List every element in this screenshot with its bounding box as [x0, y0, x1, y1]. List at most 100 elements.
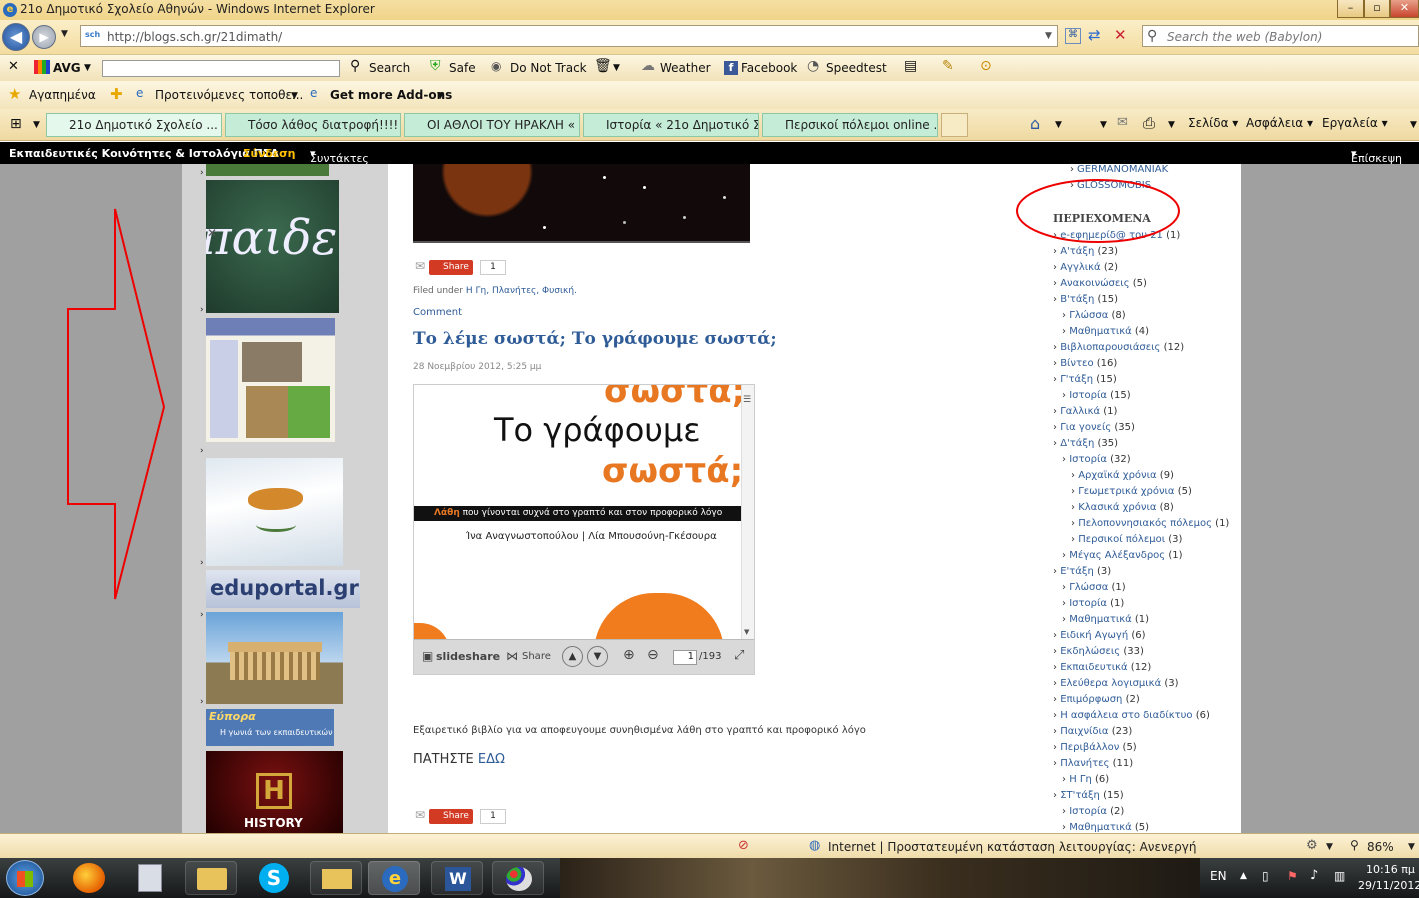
addons-chevron-icon[interactable]: ▼	[437, 91, 444, 101]
category-link[interactable]: Μαθηματικά	[1069, 614, 1132, 625]
address-dropdown-icon[interactable]: ▼	[1045, 31, 1052, 41]
category-item[interactable]: › Εκπαιδευτικά (12)	[1053, 662, 1151, 673]
category-link[interactable]: Η ασφάλεια στο διαδίκτυο	[1060, 710, 1192, 721]
stop-icon[interactable]: ✕	[1114, 26, 1127, 44]
player-share-button[interactable]: Share	[522, 651, 551, 662]
tab-21dimath[interactable]: 21ο Δημοτικό Σχολείο ...	[46, 113, 222, 137]
category-link[interactable]: Παιχνίδια	[1060, 726, 1108, 737]
category-link[interactable]: Ε'τάξη	[1060, 566, 1094, 577]
category-item[interactable]: › Αρχαϊκά χρόνια (9)	[1071, 470, 1174, 481]
notepad-icon[interactable]: ✎	[942, 58, 954, 74]
tab-athloi[interactable]: ΟΙ ΑΘΛΟΙ ΤΟΥ ΗΡΑΚΛΗ « ...	[404, 113, 580, 137]
snipping-tool-icon[interactable]: ⊙	[980, 58, 992, 74]
clock-date[interactable]: 29/11/2012	[1358, 879, 1419, 892]
category-link[interactable]: Εκπαιδευτικά	[1060, 662, 1127, 673]
category-item[interactable]: › Γεωμετρικά χρόνια (5)	[1071, 486, 1192, 497]
school-website-thumbnail[interactable]	[206, 318, 335, 442]
category-item[interactable]: › Ιστορία (2)	[1062, 806, 1124, 817]
category-item[interactable]: › Η Γη (6)	[1062, 774, 1109, 785]
category-item[interactable]: › Ειδική Αγωγή (6)	[1053, 630, 1146, 641]
security-zone-text[interactable]: Internet | Προστατευμένη κατάσταση λειτο…	[828, 840, 1196, 854]
tab-istoria[interactable]: Ιστορία « 21ο Δημοτικό Σχ...	[583, 113, 759, 137]
category-item[interactable]: › Γλώσσα (1)	[1062, 582, 1126, 593]
category-item[interactable]: › Γαλλικά (1)	[1053, 406, 1117, 417]
category-item[interactable]: › Κλασικά χρόνια (8)	[1071, 502, 1174, 513]
category-item[interactable]: › Γ'τάξη (15)	[1053, 374, 1117, 385]
zoom-in-icon[interactable]: ⊕	[623, 647, 635, 663]
cyprus-flag-image[interactable]	[206, 458, 343, 566]
planet-space-image[interactable]	[413, 164, 750, 243]
forward-button[interactable]: ▶	[32, 25, 56, 49]
category-item[interactable]: › Ανακοινώσεις (5)	[1053, 278, 1147, 289]
category-item[interactable]: › Δ'τάξη (35)	[1053, 438, 1118, 449]
avg-menu-chevron-icon[interactable]: ▼	[84, 63, 91, 73]
clock-time[interactable]: 10:16 πμ	[1366, 863, 1415, 876]
home-chevron-icon[interactable]: ▼	[1055, 120, 1062, 130]
scroll-down-icon[interactable]: ▼	[744, 628, 749, 636]
calculator-taskbar-icon[interactable]	[138, 864, 162, 892]
scroll-handle-icon[interactable]: ☰	[743, 395, 751, 405]
volume-icon[interactable]: ♪	[1310, 868, 1318, 883]
quick-tabs-icon[interactable]: ⊞	[10, 116, 22, 132]
skype-icon[interactable]: S	[259, 863, 289, 893]
category-item[interactable]: › Παιχνίδια (23)	[1053, 726, 1132, 737]
calculator-icon[interactable]: ▤	[904, 58, 917, 74]
start-button[interactable]	[6, 860, 44, 896]
language-indicator[interactable]: EN	[1210, 869, 1227, 883]
category-link[interactable]: Κλασικά χρόνια	[1078, 502, 1156, 513]
slideshare-embed[interactable]: σωστά; Το γράφουμε σωστά; Λάθη που γίνον…	[413, 384, 755, 675]
compatibility-view-icon[interactable]: ⌘	[1065, 28, 1081, 44]
zoom-out-icon[interactable]: ⊖	[647, 647, 659, 663]
here-link[interactable]: ΕΔΩ	[478, 752, 505, 767]
category-link[interactable]: Αγγλικά	[1060, 262, 1100, 273]
email-share-icon[interactable]: ✉	[415, 259, 425, 273]
category-link[interactable]: Ιστορία	[1069, 454, 1107, 465]
category-link[interactable]: Περιβάλλον	[1060, 742, 1119, 753]
category-link[interactable]: Γλώσσα	[1069, 582, 1108, 593]
popup-blocked-icon[interactable]: ⊘	[738, 838, 749, 853]
suggested-sites-button[interactable]: Προτεινόμενες τοποθε...	[155, 88, 303, 102]
top-thumbnail-partial[interactable]	[206, 164, 329, 176]
weather-button[interactable]: Weather	[660, 61, 711, 75]
tab-diatrofi[interactable]: Τόσο λάθος διατροφή!!!! «...	[225, 113, 401, 137]
authors-menu[interactable]: Συντάκτες Ιστολογίου▾	[310, 147, 370, 178]
show-hidden-icons-icon[interactable]: ▲	[1240, 871, 1247, 881]
category-link[interactable]: Πλανήτες	[1060, 758, 1109, 769]
category-item[interactable]: › Μέγας Αλέξανδρος (1)	[1062, 550, 1183, 561]
category-link[interactable]: Περσικοί πόλεμοι	[1078, 534, 1165, 545]
rss-chevron-icon[interactable]: ▼	[1100, 120, 1107, 130]
slide-scrollbar[interactable]	[741, 385, 754, 639]
avg-search-input[interactable]	[102, 60, 340, 77]
paint-taskbar-button[interactable]	[492, 861, 544, 895]
category-link[interactable]: Για γονείς	[1060, 422, 1111, 433]
category-item[interactable]: › ΣΤ'τάξη (15)	[1053, 790, 1124, 801]
category-link[interactable]: Γ'τάξη	[1060, 374, 1093, 385]
zoom-chevron-icon[interactable]: ▼	[1408, 842, 1415, 852]
minimize-button[interactable]: –	[1337, 0, 1364, 18]
category-item[interactable]: › Ιστορία (15)	[1062, 390, 1131, 401]
prev-slide-button[interactable]: ▲	[562, 646, 583, 667]
category-item[interactable]: › Μαθηματικά (5)	[1062, 822, 1149, 833]
close-button[interactable]: ✕	[1390, 0, 1419, 18]
firefox-icon[interactable]	[73, 863, 105, 893]
facebook-button[interactable]: Facebook	[741, 61, 797, 75]
word-taskbar-button[interactable]: W	[431, 861, 483, 895]
category-item[interactable]: › Α'τάξη (23)	[1053, 246, 1118, 257]
avg-menu[interactable]: AVG	[53, 61, 81, 75]
category-item[interactable]: › Ελεύθερα λογισμικά (3)	[1053, 678, 1179, 689]
category-link[interactable]: Μαθηματικά	[1069, 822, 1132, 833]
protected-mode-chevron-icon[interactable]: ▼	[1326, 842, 1333, 852]
category-item[interactable]: › Ιστορία (1)	[1062, 598, 1124, 609]
category-link[interactable]: Βίντεο	[1060, 358, 1093, 369]
category-links[interactable]: Η Γη, Πλανήτες, Φυσική.	[466, 286, 577, 296]
protected-mode-icon[interactable]: ⚙	[1306, 838, 1318, 853]
category-item[interactable]: › Αγγλικά (2)	[1053, 262, 1118, 273]
comment-link[interactable]: Comment	[413, 307, 462, 318]
category-item[interactable]: › Ε'τάξη (3)	[1053, 566, 1111, 577]
home-icon[interactable]: ⌂	[1030, 114, 1040, 133]
do-not-track-button[interactable]: Do Not Track	[510, 61, 587, 75]
psd-site-link[interactable]: Εκπαιδευτικές Κοινότητες & Ιστολόγια ΠΣΔ	[9, 147, 279, 160]
category-link[interactable]: Ιστορία	[1069, 806, 1107, 817]
suggested-chevron-icon[interactable]: ▼	[291, 91, 298, 101]
page-menu[interactable]: Σελίδα ▾	[1188, 116, 1238, 130]
